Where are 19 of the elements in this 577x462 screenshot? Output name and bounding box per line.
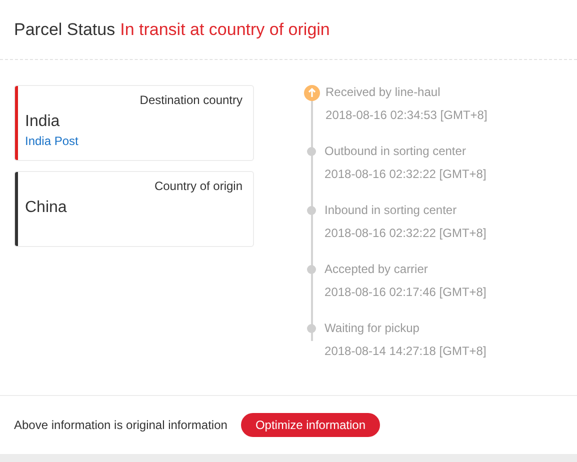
event-time: 2018-08-16 02:32:22 [GMT+8] (324, 167, 486, 181)
card-label: Destination country (140, 93, 243, 107)
event-title: Accepted by carrier (324, 262, 429, 276)
country-name: India (25, 113, 60, 131)
event-title: Waiting for pickup (324, 321, 420, 335)
status-text: In transit at country of origin (120, 20, 330, 40)
event-title: Inbound in sorting center (324, 203, 458, 217)
event-time: 2018-08-16 02:34:53 [GMT+8] (326, 108, 488, 122)
page-title: Parcel Status (14, 20, 116, 40)
card-label: Country of origin (154, 179, 243, 193)
event-time: 2018-08-14 14:27:18 [GMT+8] (324, 344, 486, 358)
event-title: Outbound in sorting center (324, 144, 467, 158)
event-time: 2018-08-16 02:17:46 [GMT+8] (324, 285, 486, 299)
country-name: China (25, 199, 67, 217)
info-note: Above information is original information (14, 418, 228, 432)
carrier-link[interactable]: India Post (25, 134, 78, 148)
event-title: Received by line-haul (326, 85, 442, 99)
event-time: 2018-08-16 02:32:22 [GMT+8] (324, 226, 486, 240)
optimize-button[interactable]: Optimize information (241, 413, 380, 437)
